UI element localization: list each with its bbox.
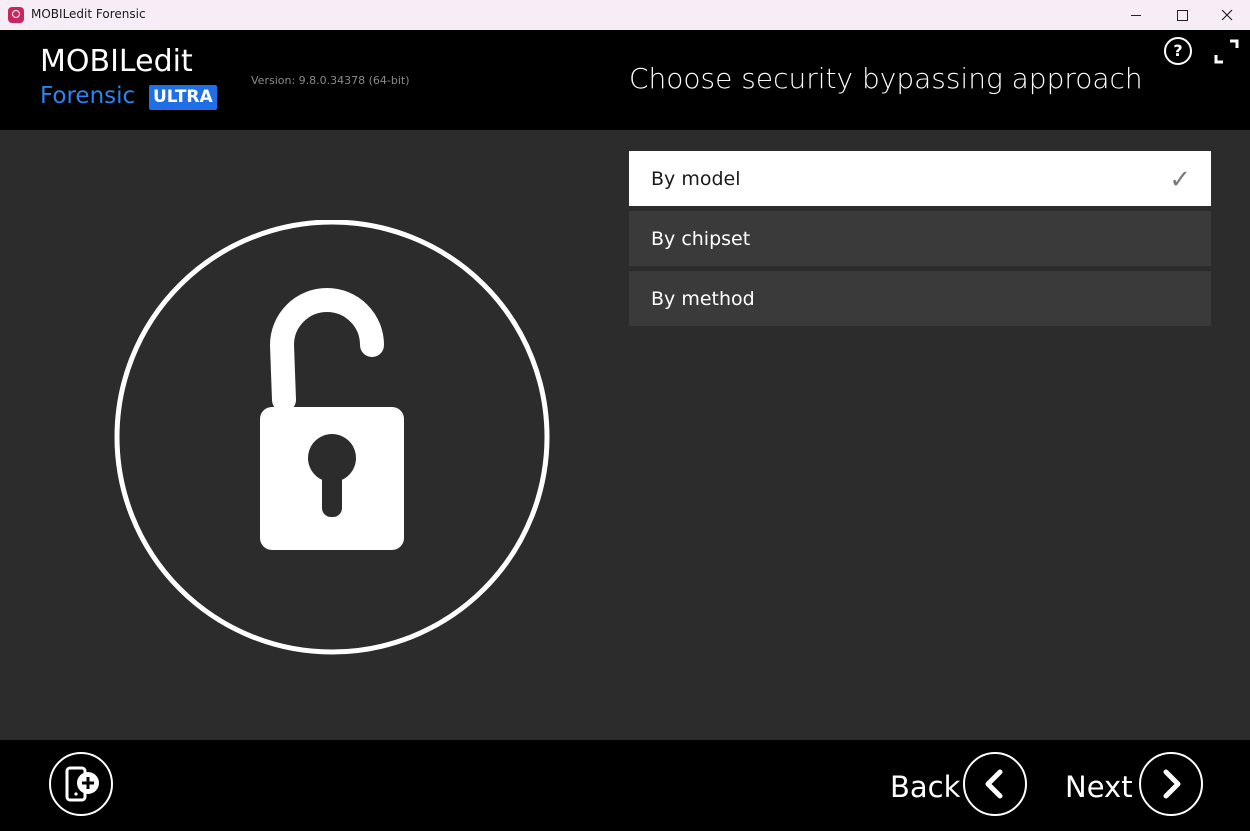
option-label: By method [651, 287, 755, 310]
footer: Back Next [0, 740, 1250, 831]
window-title: MOBILedit Forensic [31, 7, 146, 21]
option-label: By model [651, 167, 741, 190]
next-button[interactable] [1139, 752, 1203, 816]
check-icon: ✓ [1169, 165, 1191, 195]
logo-subtext: Forensic [40, 83, 136, 109]
next-label[interactable]: Next [1065, 770, 1133, 804]
back-label[interactable]: Back [890, 770, 960, 804]
back-button[interactable] [963, 752, 1027, 816]
page-title: Choose security bypassing approach [629, 62, 1143, 95]
option-by-method[interactable]: By method [629, 271, 1211, 326]
chevron-right-icon [1163, 769, 1181, 799]
help-icon[interactable]: ? [1164, 37, 1192, 65]
version-label: Version: 9.8.0.34378 (64-bit) [251, 74, 410, 87]
main-panel: By model ✓ By chipset By method [0, 130, 1250, 740]
option-by-chipset[interactable]: By chipset [629, 211, 1211, 266]
approach-options: By model ✓ By chipset By method [629, 151, 1211, 331]
add-phone-icon [65, 766, 99, 802]
chevron-left-icon [985, 769, 1003, 799]
minimize-button[interactable] [1113, 0, 1159, 30]
header: MOBILedit Forensic ULTRA Version: 9.8.0.… [0, 30, 1250, 130]
close-icon [1221, 9, 1233, 21]
logo-badge: ULTRA [149, 85, 217, 110]
logo-text: MOBILedit [40, 44, 193, 79]
option-label: By chipset [651, 227, 751, 250]
unlocked-padlock-icon [114, 220, 550, 655]
option-by-model[interactable]: By model ✓ [629, 151, 1211, 206]
minimize-icon [1131, 14, 1141, 16]
add-device-button[interactable] [49, 752, 113, 816]
maximize-button[interactable] [1159, 0, 1205, 30]
title-bar: MOBILedit Forensic [0, 0, 1250, 30]
fullscreen-icon[interactable] [1213, 38, 1240, 65]
close-button[interactable] [1204, 0, 1250, 30]
app-icon [8, 7, 24, 23]
maximize-icon [1176, 9, 1188, 21]
